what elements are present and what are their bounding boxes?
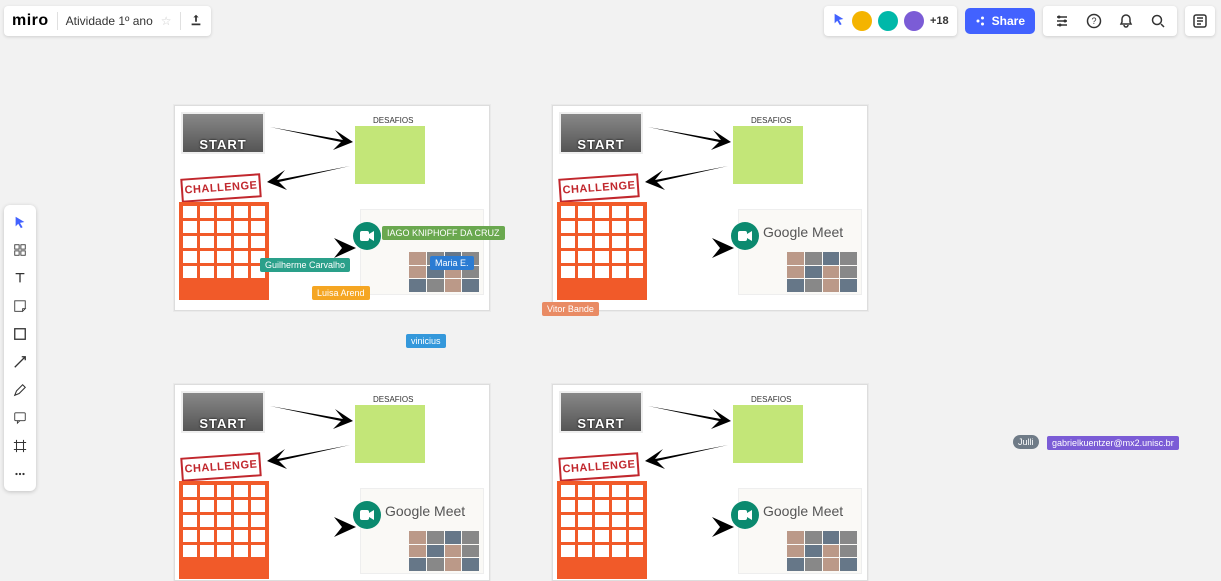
tool-more[interactable]	[6, 461, 34, 487]
miro-logo[interactable]: miro	[12, 12, 49, 30]
board-title[interactable]: Atividade 1º ano	[66, 14, 153, 28]
top-right-controls: +18 Share ?	[824, 6, 1215, 36]
tool-select[interactable]	[6, 209, 34, 235]
avatar[interactable]	[904, 11, 924, 31]
share-button[interactable]: Share	[965, 8, 1035, 34]
export-icon[interactable]	[189, 13, 203, 30]
cursor-arrow-icon[interactable]	[832, 12, 846, 31]
avatar[interactable]	[852, 11, 872, 31]
sticky-note[interactable]	[355, 405, 425, 463]
user-cursor: Vitor Bande	[542, 302, 599, 316]
bell-icon[interactable]	[1115, 10, 1137, 32]
sticky-note[interactable]	[733, 405, 803, 463]
google-meet-card: Google Meet	[360, 488, 484, 574]
challenge-stamp: CHALLENGE	[180, 173, 261, 203]
arrow-icon	[643, 399, 733, 429]
settings-icon[interactable]	[1051, 10, 1073, 32]
star-icon[interactable]: ☆	[161, 14, 172, 28]
arrow-icon	[270, 513, 360, 541]
arrow-icon	[265, 160, 355, 190]
user-cursor: IAGO KNIPHOFF DA CRUZ	[382, 226, 505, 240]
meet-label: Google Meet	[385, 503, 465, 519]
desafios-label: DESAFIOS	[373, 395, 413, 404]
user-cursor-label: vinicius	[406, 334, 446, 348]
user-cursor-label: IAGO KNIPHOFF DA CRUZ	[382, 226, 505, 240]
advent-calendar	[557, 481, 647, 579]
divider	[180, 12, 181, 30]
collaborators-box: +18	[824, 6, 957, 36]
start-image: START	[181, 391, 265, 433]
user-cursor-label: Guilherme Carvalho	[260, 258, 350, 272]
start-image: START	[559, 391, 643, 433]
user-cursor: Luisa Arend	[312, 286, 370, 300]
meet-participants-thumb	[787, 531, 857, 571]
frame[interactable]: G▲ START CHALLENGE DESAFIOS Google Meet	[552, 384, 868, 581]
tool-comment[interactable]	[6, 405, 34, 431]
google-meet-card: Google Meet	[360, 209, 484, 295]
svg-text:?: ?	[1091, 16, 1096, 26]
arrow-icon	[265, 399, 355, 429]
user-cursor: gabrielkuentzer@mx2.unisc.br	[1047, 436, 1179, 450]
start-image: START	[181, 112, 265, 154]
advent-calendar	[557, 202, 647, 300]
meet-label: Google Meet	[763, 224, 843, 240]
google-meet-card: Google Meet	[738, 209, 862, 295]
user-cursor-label: Julli	[1013, 435, 1039, 449]
meet-label: Google Meet	[763, 503, 843, 519]
start-image: START	[559, 112, 643, 154]
tool-templates[interactable]	[6, 237, 34, 263]
meet-participants-thumb	[409, 531, 479, 571]
divider	[57, 12, 58, 30]
advent-calendar	[179, 202, 269, 300]
challenge-stamp: CHALLENGE	[180, 452, 261, 482]
sticky-note[interactable]	[355, 126, 425, 184]
desafios-label: DESAFIOS	[751, 116, 791, 125]
left-toolbar	[4, 205, 36, 491]
frame[interactable]: G▲ START CHALLENGE DESAFIOS Google Meet	[174, 105, 490, 311]
user-cursor-label: Luisa Arend	[312, 286, 370, 300]
challenge-stamp: CHALLENGE	[558, 452, 639, 482]
google-meet-card: Google Meet	[738, 488, 862, 574]
meet-participants-thumb	[787, 252, 857, 292]
utility-box: ?	[1043, 6, 1177, 36]
arrow-icon	[643, 160, 733, 190]
user-cursor: Julli	[1013, 435, 1039, 449]
desafios-label: DESAFIOS	[751, 395, 791, 404]
advent-calendar	[179, 481, 269, 579]
avatar[interactable]	[878, 11, 898, 31]
avatar-overflow-count[interactable]: +18	[930, 15, 949, 27]
arrow-icon	[648, 513, 738, 541]
search-icon[interactable]	[1147, 10, 1169, 32]
canvas[interactable]: G▲ START CHALLENGE DESAFIOS Google Meet	[0, 0, 1221, 581]
frame[interactable]: G▲ START CHALLENGE DESAFIOS Google Meet	[174, 384, 490, 581]
activity-panel-button[interactable]	[1185, 6, 1215, 36]
tool-sticky[interactable]	[6, 293, 34, 319]
arrow-icon	[265, 120, 355, 150]
board-header: miro Atividade 1º ano ☆	[4, 6, 211, 36]
desafios-label: DESAFIOS	[373, 116, 413, 125]
user-cursor-label: Vitor Bande	[542, 302, 599, 316]
tool-text[interactable]	[6, 265, 34, 291]
sticky-note[interactable]	[733, 126, 803, 184]
user-cursor: Guilherme Carvalho	[260, 258, 350, 272]
arrow-icon	[648, 234, 738, 262]
arrow-icon	[643, 120, 733, 150]
tool-frame[interactable]	[6, 433, 34, 459]
tool-shape[interactable]	[6, 321, 34, 347]
share-button-label: Share	[992, 14, 1025, 28]
arrow-icon	[643, 439, 733, 469]
user-cursor-label: gabrielkuentzer@mx2.unisc.br	[1047, 436, 1179, 450]
user-cursor: vinicius	[406, 334, 446, 348]
frame[interactable]: G▲ START CHALLENGE DESAFIOS Google Meet	[552, 105, 868, 311]
tool-pen[interactable]	[6, 377, 34, 403]
help-icon[interactable]: ?	[1083, 10, 1105, 32]
top-bar: miro Atividade 1º ano ☆ +18 Share	[0, 6, 1221, 36]
user-cursor-label: Maria E.	[430, 256, 474, 270]
tool-connector[interactable]	[6, 349, 34, 375]
arrow-icon	[265, 439, 355, 469]
challenge-stamp: CHALLENGE	[558, 173, 639, 203]
user-cursor: Maria E.	[430, 256, 474, 270]
